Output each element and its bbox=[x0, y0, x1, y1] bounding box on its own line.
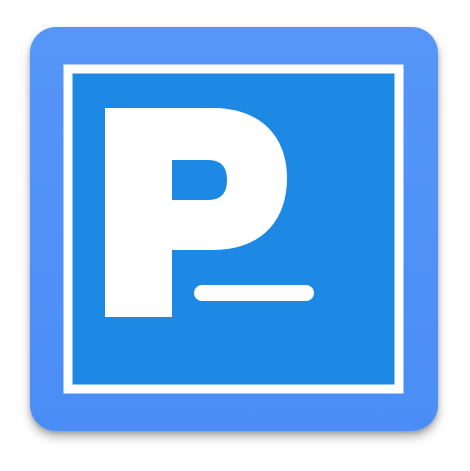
cursor-underscore-glyph bbox=[194, 285, 314, 301]
app-icon bbox=[0, 0, 470, 471]
icon-artwork bbox=[63, 64, 404, 394]
